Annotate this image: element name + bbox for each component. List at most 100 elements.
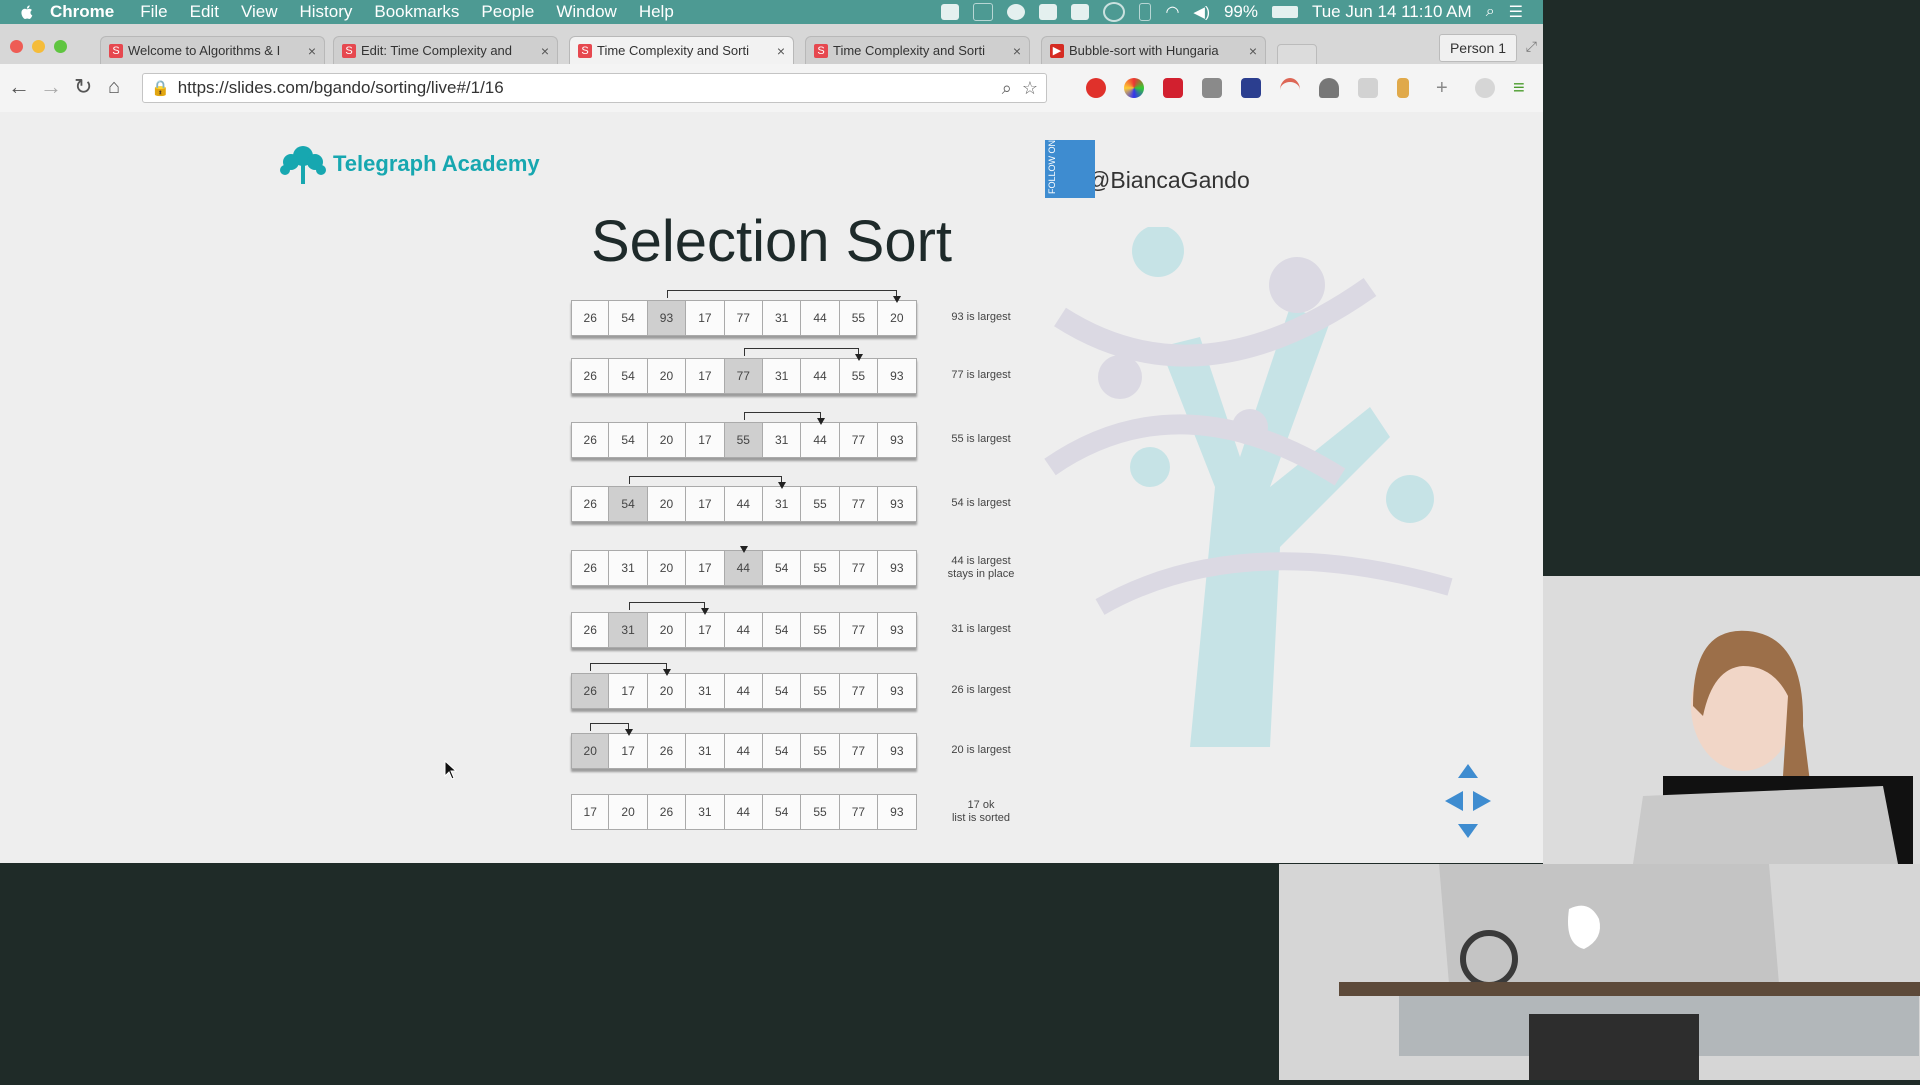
volume-icon[interactable]: ◀) <box>1193 3 1210 21</box>
pdf-extension-icon[interactable] <box>1241 78 1261 98</box>
battery-icon[interactable] <box>1271 6 1298 18</box>
array-cell: 17 <box>686 486 725 522</box>
spotlight-icon[interactable]: ⌕ <box>1486 3 1495 21</box>
array-cell: 93 <box>878 422 917 458</box>
profile-button[interactable]: Person 1 <box>1438 34 1517 62</box>
b-icon[interactable] <box>973 3 994 21</box>
close-tab-icon[interactable]: × <box>1249 43 1257 59</box>
arc-extension-icon[interactable] <box>1280 78 1300 102</box>
home-icon[interactable]: ⌂ <box>108 76 120 98</box>
array-cell: 55 <box>839 300 879 336</box>
pass-note-line: 54 is largest <box>951 497 1011 509</box>
ghostery-extension-icon[interactable] <box>1319 78 1339 98</box>
notification-center-icon[interactable]: ☰ <box>1509 2 1523 22</box>
tree-watermark-icon <box>1044 227 1453 747</box>
brand-logo[interactable]: Telegraph Academy <box>279 142 540 186</box>
swap-bracket <box>667 290 898 298</box>
tab-welcome-algorithms[interactable]: S Welcome to Algorithms & I × <box>100 36 325 64</box>
array-cell: 26 <box>571 612 610 648</box>
pass-note-line: list is sorted <box>951 812 1011 824</box>
back-icon[interactable]: ← <box>8 76 30 98</box>
forward-icon[interactable]: → <box>40 76 62 98</box>
close-tab-icon[interactable]: × <box>777 43 785 59</box>
w-extension-icon[interactable] <box>1202 78 1222 98</box>
menu-bookmarks[interactable]: Bookmarks <box>374 2 459 22</box>
plus-icon[interactable] <box>941 4 960 20</box>
close-tab-icon[interactable]: × <box>308 43 316 59</box>
menu-window[interactable]: Window <box>556 2 616 22</box>
zoom-icon[interactable]: ⌕ <box>1002 78 1012 99</box>
menu-chrome[interactable]: Chrome <box>50 2 114 22</box>
bluetooth-icon[interactable] <box>1139 3 1152 21</box>
array-cell: 44 <box>724 486 763 522</box>
menu-file[interactable]: File <box>140 2 167 22</box>
time-machine-icon[interactable] <box>1103 2 1126 22</box>
menu-edit[interactable]: Edit <box>190 2 219 22</box>
presenter-laptop-image <box>1279 864 1920 1080</box>
menu-people[interactable]: People <box>481 2 534 22</box>
array-cell: 31 <box>686 733 725 769</box>
nav-right-arrow-icon[interactable] <box>1473 791 1491 811</box>
address-bar[interactable]: 🔒 https://slides.com/bgando/sorting/live… <box>142 73 1047 103</box>
bookmark-star-icon[interactable]: ☆ <box>1022 78 1038 99</box>
minimize-window-button[interactable] <box>32 40 45 53</box>
array-cell: 20 <box>647 550 687 586</box>
array-cell: 55 <box>801 550 840 586</box>
array-cell: 20 <box>647 612 687 648</box>
puzzle-extension-icon[interactable] <box>1358 78 1378 98</box>
menu-history[interactable]: History <box>299 2 352 22</box>
close-tab-icon[interactable]: × <box>541 43 549 59</box>
array-cell: 77 <box>839 733 879 769</box>
color-swatch-extension-icon[interactable] <box>1397 78 1409 98</box>
array-cell: 77 <box>839 550 879 586</box>
array-cell: 31 <box>609 612 648 648</box>
array-cell: 44 <box>801 300 840 336</box>
nav-left-arrow-icon[interactable] <box>1445 791 1463 811</box>
array-cell: 26 <box>571 550 610 586</box>
cc-icon[interactable] <box>1007 4 1026 20</box>
array-row: 26 54 93 17 77 31 44 55 20 <box>571 300 917 336</box>
clock[interactable]: Tue Jun 14 11:10 AM <box>1312 2 1472 22</box>
close-window-button[interactable] <box>10 40 23 53</box>
lastpass-extension-icon[interactable] <box>1163 78 1183 98</box>
pass-note-line: 17 ok <box>967 799 995 811</box>
array-cell: 54 <box>609 358 648 394</box>
apple-icon[interactable] <box>18 3 36 21</box>
opera-extension-icon[interactable] <box>1086 78 1106 98</box>
array-cell: 44 <box>724 733 763 769</box>
wifi-icon[interactable]: ◠ <box>1165 2 1179 22</box>
array-cell: 54 <box>762 673 802 709</box>
slide-page: Telegraph Academy FOLLOW ON @BiancaGando… <box>0 112 1543 863</box>
nav-down-arrow-icon[interactable] <box>1458 824 1478 838</box>
tab-bubble-sort-video[interactable]: ▶ Bubble-sort with Hungaria × <box>1041 36 1266 64</box>
swap-arrow-icon <box>893 296 902 303</box>
zoom-window-button[interactable] <box>54 40 67 53</box>
crosshair-extension-icon[interactable]: + <box>1436 78 1456 98</box>
array-cell: 26 <box>571 422 610 458</box>
new-tab-button[interactable] <box>1277 44 1317 66</box>
chrome-menu-icon[interactable]: ≡ <box>1513 78 1533 98</box>
pass-note: 77 is largest <box>936 369 1026 382</box>
pass-note: 31 is largest <box>936 623 1026 636</box>
twitter-follow[interactable]: FOLLOW ON @BiancaGando <box>1045 140 1250 198</box>
airplay-icon[interactable] <box>1071 4 1090 20</box>
m-extension-icon[interactable] <box>1475 78 1495 98</box>
fullscreen-icon[interactable]: ⤢ <box>1526 38 1537 55</box>
sort-pass: 26 54 20 17 55 31 44 77 93 55 is largest <box>571 412 1011 458</box>
color-picker-extension-icon[interactable] <box>1124 78 1144 98</box>
reload-icon[interactable]: ↻ <box>74 76 92 98</box>
array-row: 26 54 20 17 44 31 55 77 93 <box>571 486 917 522</box>
pencil-icon[interactable] <box>1039 4 1058 20</box>
tab-edit-time-complexity[interactable]: S Edit: Time Complexity and × <box>333 36 558 64</box>
tab-time-complexity[interactable]: S Time Complexity and Sorti × <box>805 36 1030 64</box>
pass-note-line: 20 is largest <box>951 744 1011 756</box>
presenter-image <box>1543 576 1920 864</box>
menu-help[interactable]: Help <box>639 2 674 22</box>
array-cell: 17 <box>686 612 725 648</box>
browser-toolbar: ← → ↻ ⌂ 🔒 https://slides.com/bgando/sort… <box>0 64 1543 112</box>
swap-arrow-icon <box>778 482 787 489</box>
close-tab-icon[interactable]: × <box>1013 43 1021 59</box>
nav-up-arrow-icon[interactable] <box>1458 764 1478 778</box>
menu-view[interactable]: View <box>241 2 278 22</box>
tab-time-complexity-active[interactable]: S Time Complexity and Sorti × <box>569 36 794 64</box>
